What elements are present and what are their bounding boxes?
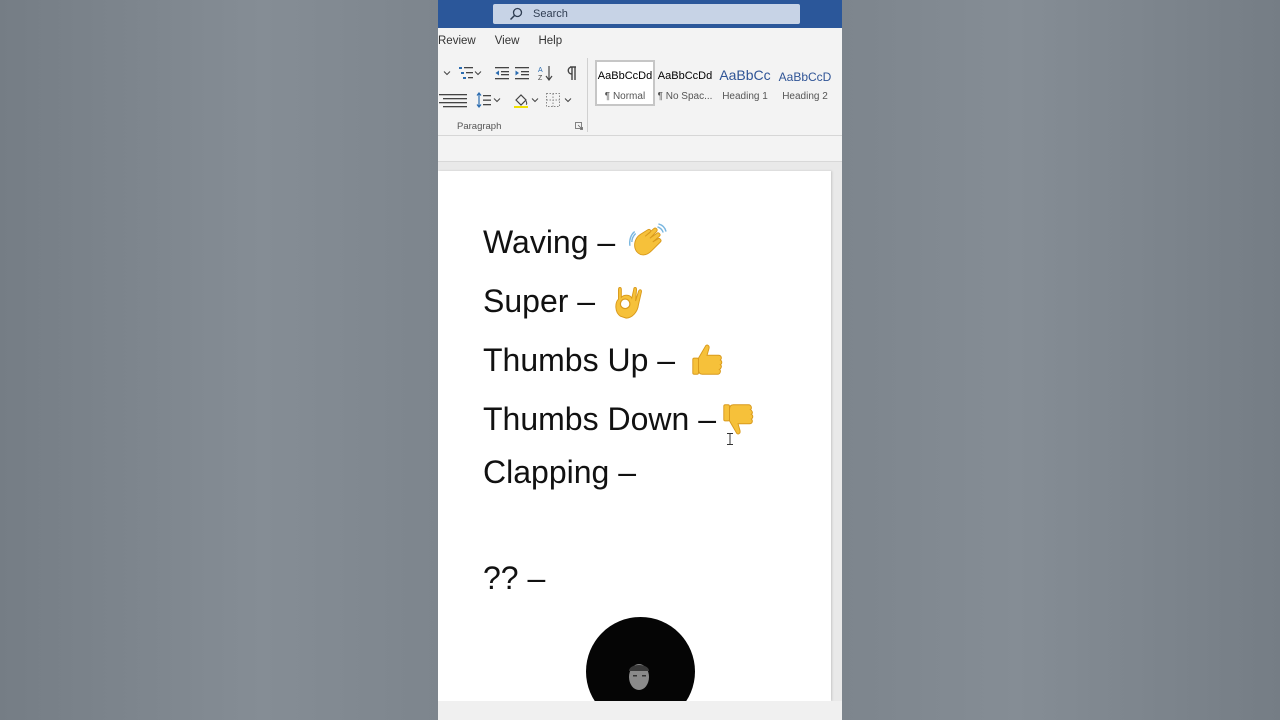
sort-icon[interactable]: A Z — [538, 65, 554, 81]
ribbon: A Z Paragraph AaBbCcDd ¶ Normal AaBbCcDd… — [438, 54, 842, 136]
tab-view[interactable]: View — [495, 35, 520, 47]
style-name: ¶ No Spac... — [657, 91, 713, 102]
line-text: Clapping – — [483, 454, 636, 490]
tab-help[interactable]: Help — [538, 35, 562, 47]
document-line[interactable]: Clapping – — [483, 454, 636, 491]
svg-text:Z: Z — [538, 75, 543, 81]
style-normal[interactable]: AaBbCcDd ¶ Normal — [595, 60, 655, 106]
search-icon — [509, 7, 523, 21]
background-left — [0, 0, 438, 720]
search-placeholder: Search — [533, 8, 568, 20]
tab-review[interactable]: Review — [438, 35, 476, 47]
title-bar: Search — [438, 0, 842, 28]
style-no-spacing[interactable]: AaBbCcDd ¶ No Spac... — [655, 60, 715, 106]
show-formatting-marks-icon[interactable] — [563, 65, 579, 81]
line-text: ?? – — [483, 560, 546, 596]
style-name: ¶ Normal — [604, 91, 646, 102]
chevron-down-icon[interactable] — [564, 96, 572, 104]
multilevel-list-icon[interactable] — [458, 65, 474, 81]
search-box[interactable]: Search — [493, 4, 800, 24]
decrease-indent-icon[interactable] — [494, 65, 510, 81]
document-line[interactable]: Thumbs Up – — [483, 341, 727, 379]
justify-icon[interactable] — [452, 92, 468, 108]
style-sample: AaBbCc — [719, 67, 771, 83]
thumbs-down-icon — [723, 404, 754, 435]
shading-icon[interactable] — [513, 92, 529, 108]
ok-hand-icon — [615, 287, 643, 319]
document-line[interactable]: Thumbs Down – — [483, 400, 758, 438]
document-line[interactable]: Super – — [483, 282, 647, 320]
document-line[interactable]: Waving – — [483, 223, 667, 261]
paragraph-group-label: Paragraph — [457, 121, 502, 132]
style-sample: AaBbCcDd — [657, 70, 713, 82]
svg-text:A: A — [538, 67, 543, 74]
style-name: Heading 2 — [782, 91, 828, 102]
chevron-down-icon[interactable] — [474, 69, 482, 77]
thumbs-up-icon — [692, 344, 723, 375]
dialog-launcher-icon[interactable] — [575, 122, 583, 130]
document-line[interactable]: ?? – — [483, 560, 545, 597]
line-spacing-icon[interactable] — [476, 92, 492, 108]
group-separator — [587, 58, 588, 132]
line-text: Waving – — [483, 223, 616, 260]
styles-gallery: AaBbCcDd ¶ Normal AaBbCcDd ¶ No Spac... … — [595, 60, 835, 106]
status-bar — [438, 701, 842, 720]
style-sample: AaBbCcDd — [597, 70, 653, 82]
waving-hand-icon — [629, 223, 667, 256]
line-text: Thumbs Down – — [483, 400, 716, 437]
chevron-down-icon[interactable] — [493, 96, 501, 104]
borders-icon[interactable] — [545, 92, 561, 108]
increase-indent-icon[interactable] — [514, 65, 530, 81]
style-heading-2[interactable]: AaBbCcD Heading 2 — [775, 60, 835, 106]
style-heading-1[interactable]: AaBbCc Heading 1 — [715, 60, 775, 106]
word-window: Search Review View Help A Z Paragraph Aa… — [438, 0, 842, 720]
text-cursor-icon — [727, 433, 733, 445]
background-right — [842, 0, 1280, 720]
document-page[interactable]: Waving – Super – Thumbs Up – Thumbs Down… — [438, 171, 831, 720]
ruler-area — [438, 136, 842, 162]
style-sample: AaBbCcD — [778, 70, 832, 84]
chevron-down-icon[interactable] — [531, 96, 539, 104]
line-text: Super – — [483, 282, 596, 319]
line-text: Thumbs Up – — [483, 341, 676, 378]
ribbon-tabs: Review View Help — [438, 28, 842, 54]
style-name: Heading 1 — [722, 91, 768, 102]
chevron-down-icon[interactable] — [443, 69, 451, 77]
document-area: Waving – Super – Thumbs Up – Thumbs Down… — [438, 163, 842, 720]
